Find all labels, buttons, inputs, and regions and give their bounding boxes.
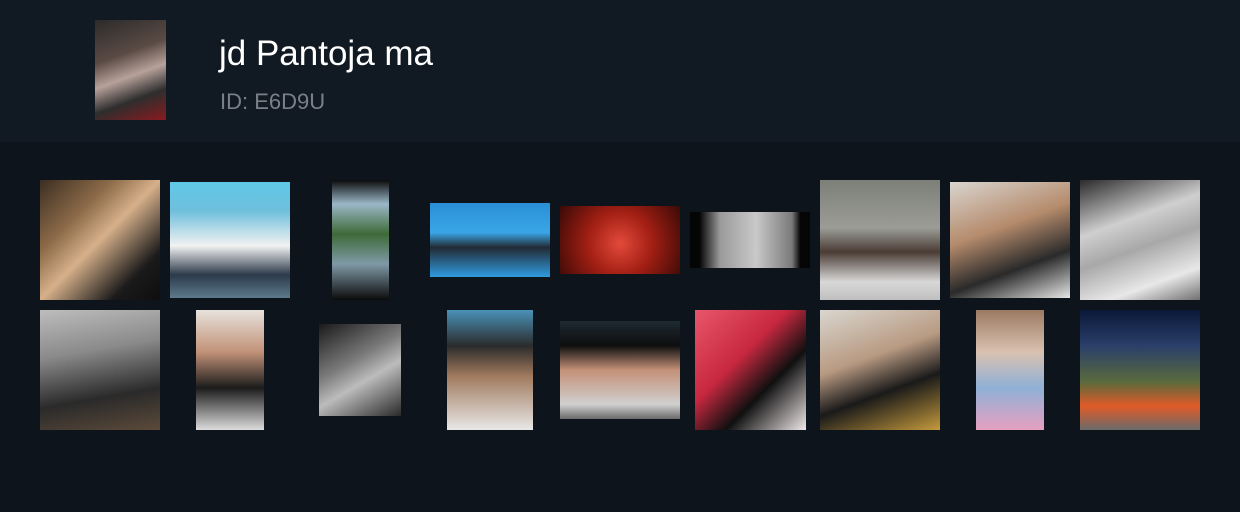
gallery-photo-2[interactable] xyxy=(170,182,290,298)
gallery-photo-18[interactable] xyxy=(1080,310,1200,430)
gallery-photo-5[interactable] xyxy=(560,206,680,274)
gallery-photo-16[interactable] xyxy=(820,310,940,430)
profile-header: jd Pantoja ma ID: E6D9U xyxy=(0,0,1240,142)
gallery-photo-9[interactable] xyxy=(1080,180,1200,300)
gallery-photo-6[interactable] xyxy=(690,212,810,268)
gallery-photo-15[interactable] xyxy=(695,310,806,430)
gallery-photo-12[interactable] xyxy=(319,324,401,416)
gallery-photo-13[interactable] xyxy=(447,310,533,430)
gallery-photo-11[interactable] xyxy=(196,310,264,430)
gallery-photo-17[interactable] xyxy=(976,310,1044,430)
gallery-photo-1[interactable] xyxy=(40,180,160,300)
profile-name: jd Pantoja ma xyxy=(219,34,434,73)
gallery-photo-10[interactable] xyxy=(40,310,160,430)
gallery-photo-8[interactable] xyxy=(950,182,1070,298)
profile-id: ID: E6D9U xyxy=(220,89,326,114)
gallery-photo-4[interactable] xyxy=(430,203,550,277)
gallery-photo-3[interactable] xyxy=(332,180,389,300)
gallery-photo-14[interactable] xyxy=(560,321,680,419)
gallery-photo-7[interactable] xyxy=(820,180,940,300)
avatar[interactable] xyxy=(95,20,166,120)
